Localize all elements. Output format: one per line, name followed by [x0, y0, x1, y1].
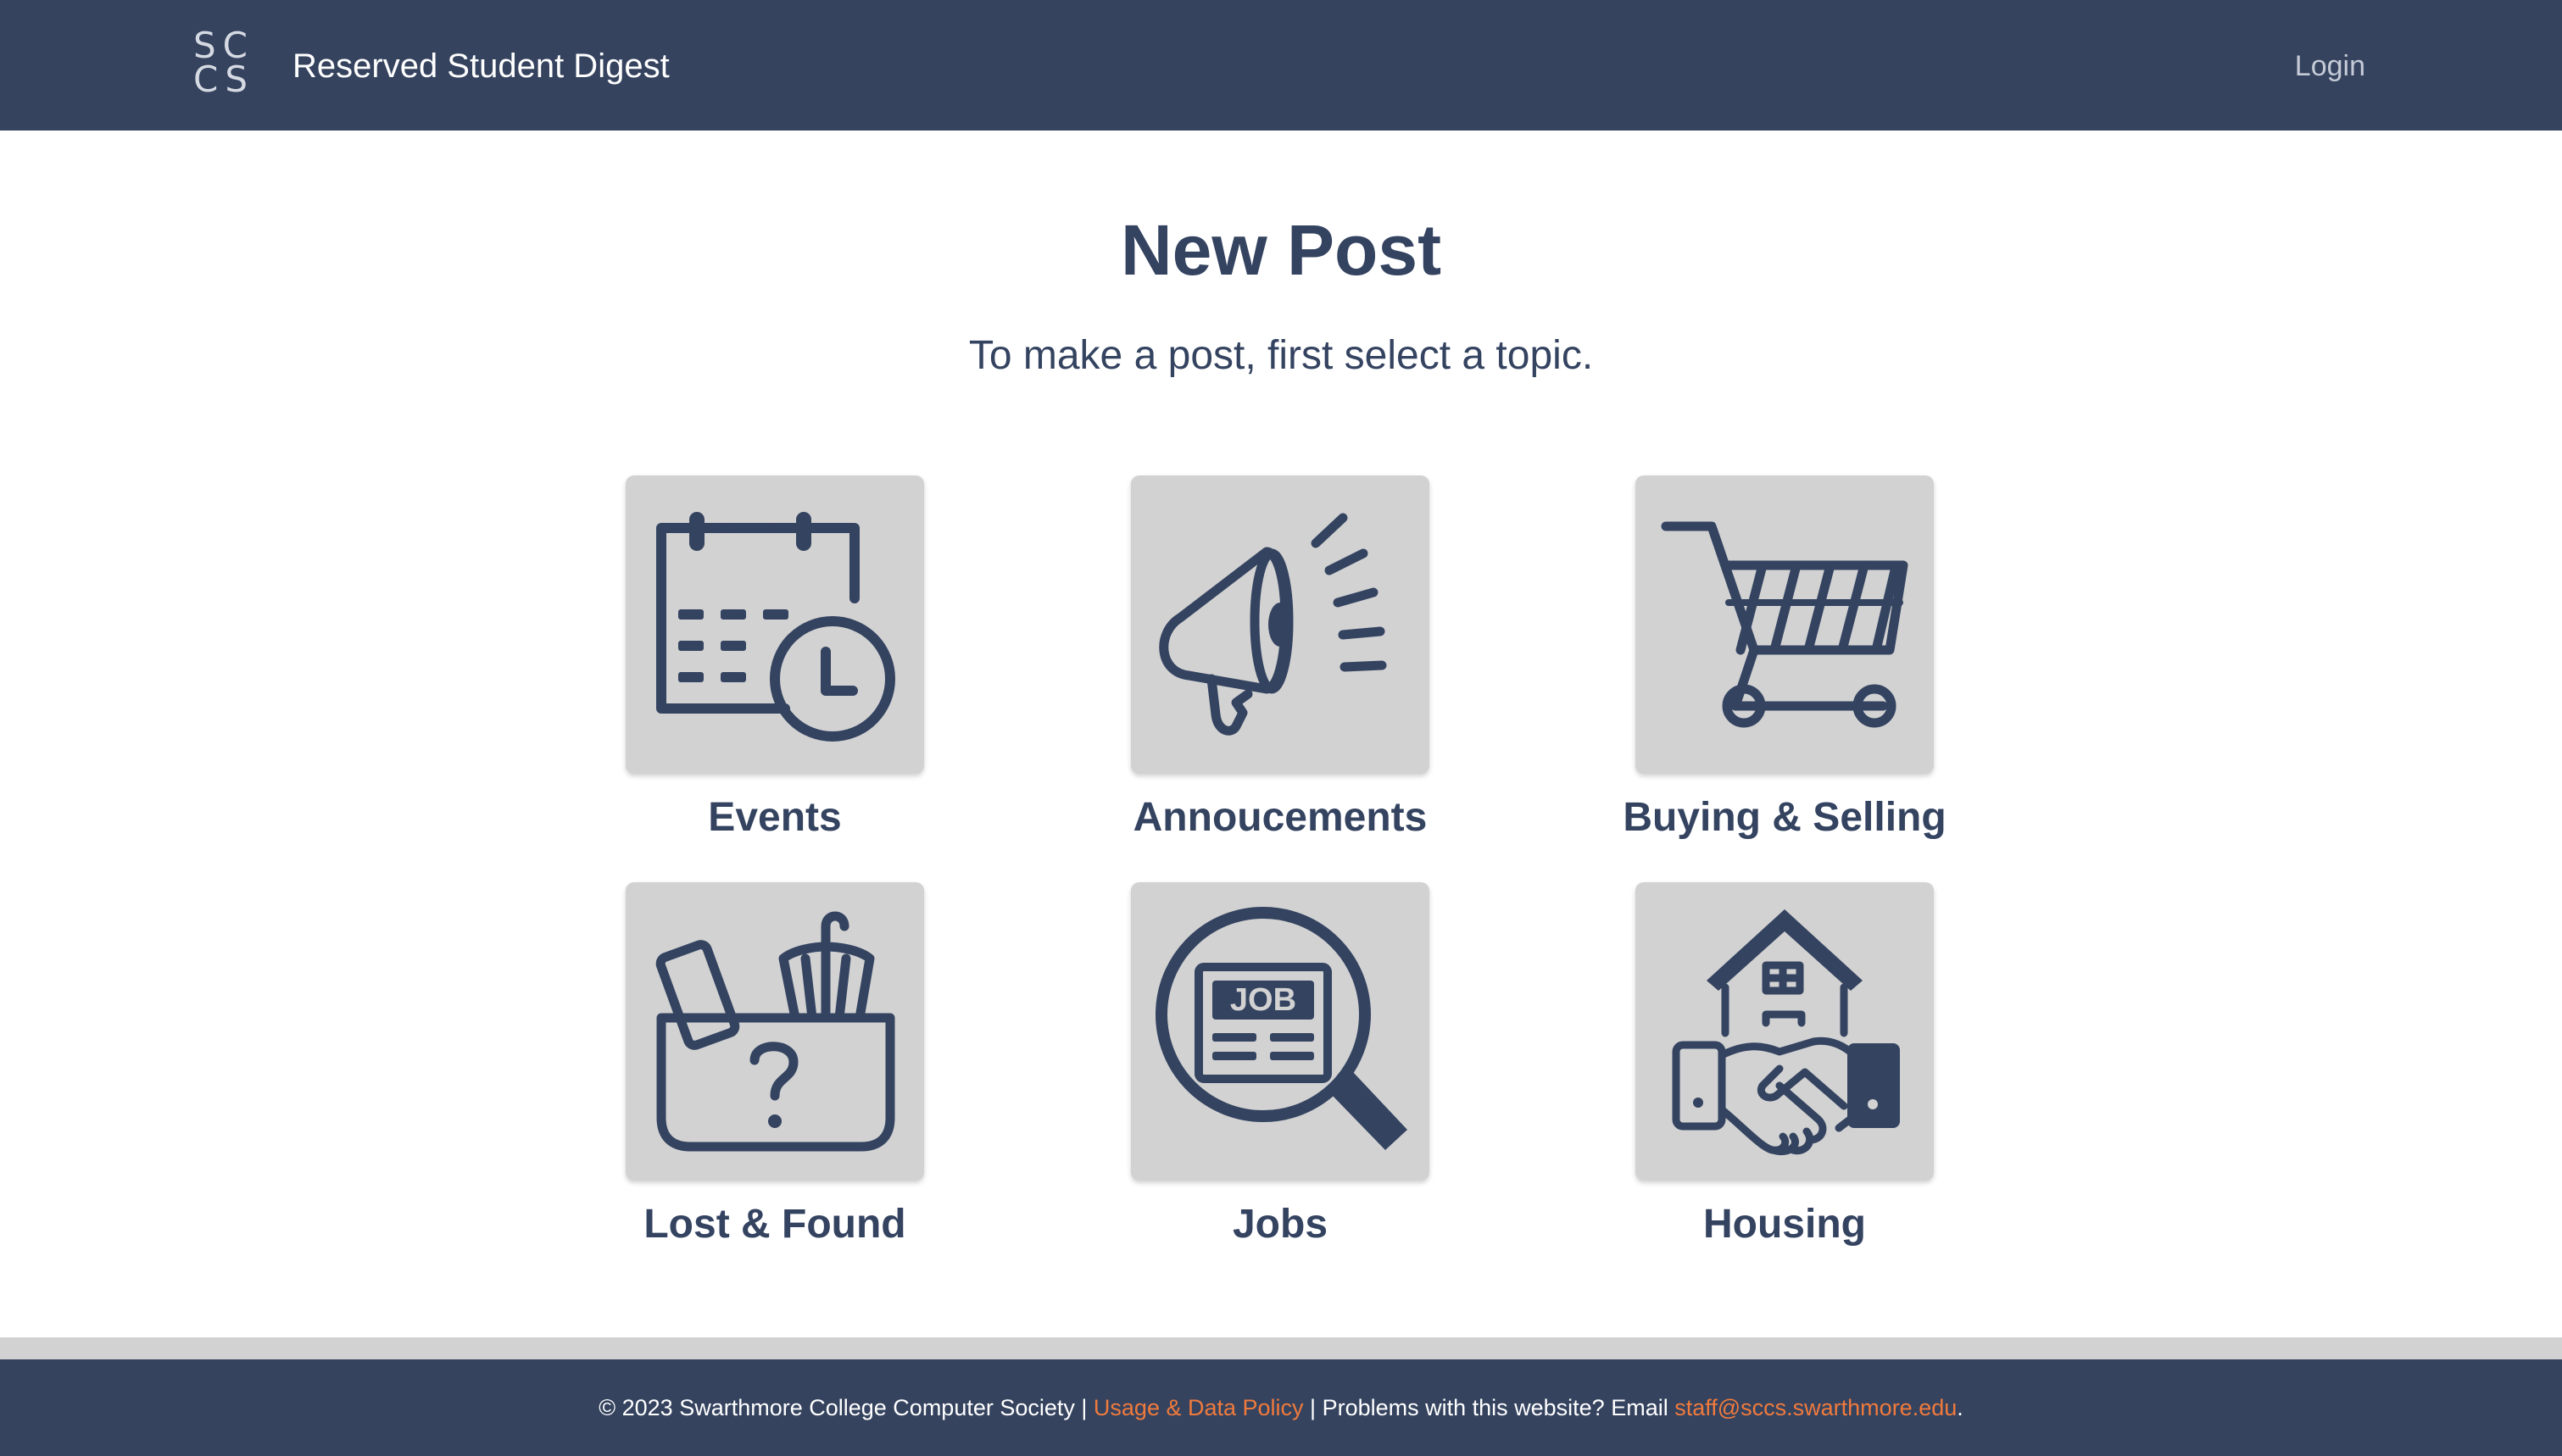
- calendar-clock-icon: [656, 512, 895, 742]
- footer-divider: [0, 1337, 2562, 1359]
- topic-announcements[interactable]: Annoucements: [1102, 475, 1458, 843]
- topic-lost-found[interactable]: Lost & Found: [597, 882, 953, 1250]
- topic-label-events[interactable]: Events: [597, 792, 953, 843]
- footer-problems-text: | Problems with this website? Email: [1303, 1395, 1675, 1420]
- topic-housing[interactable]: Housing: [1607, 882, 1963, 1250]
- login-link[interactable]: Login: [2295, 46, 2365, 86]
- house-handshake-icon: [1672, 909, 1900, 1155]
- logo-line-1: SC: [193, 25, 254, 66]
- usage-policy-link[interactable]: Usage & Data Policy: [1094, 1395, 1304, 1420]
- page-subtitle: To make a post, first select a topic.: [968, 333, 1594, 378]
- top-navbar: SC CS Reserved Student Digest Login: [0, 0, 2562, 131]
- topic-events[interactable]: Events: [597, 475, 953, 843]
- topic-label-announcements[interactable]: Annoucements: [1102, 792, 1458, 843]
- topic-label-housing[interactable]: Housing: [1607, 1199, 1963, 1250]
- topic-tile-announcements[interactable]: [1131, 475, 1429, 774]
- topic-tile-housing[interactable]: [1635, 882, 1934, 1181]
- shopping-cart-icon: [1661, 521, 1908, 728]
- sccs-logo[interactable]: SC CS: [193, 25, 254, 102]
- topic-jobs[interactable]: JOB Jobs: [1102, 882, 1458, 1250]
- topic-label-jobs[interactable]: Jobs: [1102, 1199, 1458, 1250]
- svg-text:JOB: JOB: [1230, 982, 1296, 1018]
- topic-buying-selling[interactable]: Buying & Selling: [1607, 475, 1963, 843]
- footer-period: .: [1957, 1395, 1963, 1420]
- logo-line-2: CS: [193, 58, 254, 100]
- site-title[interactable]: Reserved Student Digest: [292, 44, 670, 88]
- topic-tile-events[interactable]: [626, 475, 924, 774]
- topic-tile-lost-found[interactable]: [626, 882, 924, 1181]
- lost-found-basket-icon: [655, 911, 895, 1152]
- footer-copyright: © 2023 Swarthmore College Computer Socie…: [599, 1395, 1094, 1420]
- page-title: New Post: [1120, 210, 1442, 290]
- topic-label-lost-found[interactable]: Lost & Found: [597, 1199, 953, 1250]
- footer: © 2023 Swarthmore College Computer Socie…: [0, 1359, 2562, 1456]
- job-search-icon: JOB: [1156, 907, 1407, 1150]
- topic-label-buying-selling[interactable]: Buying & Selling: [1607, 792, 1963, 843]
- staff-email-link[interactable]: staff@sccs.swarthmore.edu: [1674, 1395, 1957, 1420]
- megaphone-icon: [1159, 513, 1387, 736]
- topic-tile-jobs[interactable]: JOB: [1131, 882, 1429, 1181]
- topic-tile-buying-selling[interactable]: [1635, 475, 1934, 774]
